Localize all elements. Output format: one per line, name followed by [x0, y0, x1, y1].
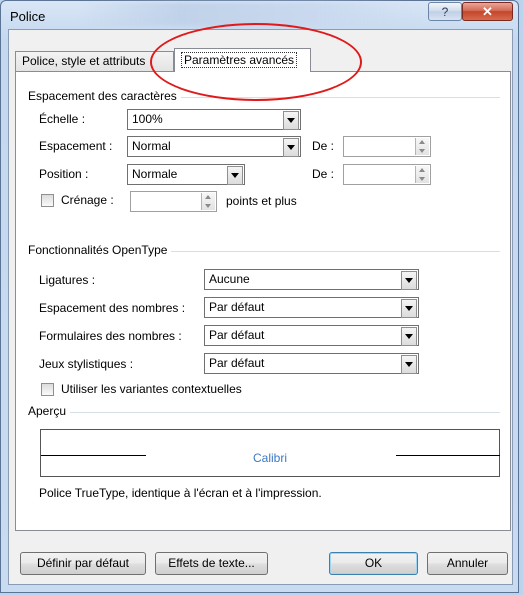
position-de-label: De : [312, 167, 335, 181]
spacing-combobox[interactable]: Normal [127, 136, 301, 157]
section-title-preview: Aperçu [28, 404, 71, 418]
text-effects-button[interactable]: Effets de texte... [155, 552, 268, 575]
scale-label: Échelle : [39, 112, 86, 126]
spacing-value: Normal [132, 139, 171, 153]
close-button[interactable]: ✕ [462, 2, 513, 21]
kerning-label: Crénage : [61, 193, 114, 207]
number-forms-value: Par défaut [209, 328, 265, 342]
spacing-label: Espacement : [39, 139, 113, 153]
ligatures-value: Aucune [209, 272, 250, 286]
scale-value: 100% [132, 112, 163, 126]
kerning-spinbox[interactable] [130, 191, 217, 212]
chevron-down-icon[interactable] [401, 355, 417, 374]
stylistic-sets-value: Par défaut [209, 356, 265, 370]
position-label: Position : [39, 167, 89, 181]
preview-box: Calibri [40, 429, 500, 477]
stylistic-sets-combobox[interactable]: Par défaut [204, 353, 419, 374]
chevron-down-icon[interactable] [283, 111, 299, 130]
chevron-down-icon[interactable] [401, 271, 417, 290]
position-amount-spinbox[interactable] [343, 164, 431, 185]
section-divider [28, 412, 500, 413]
spacing-amount-spinbox[interactable] [343, 136, 431, 157]
spin-arrows-icon[interactable] [201, 193, 215, 210]
number-spacing-combobox[interactable]: Par défaut [204, 297, 419, 318]
scale-combobox[interactable]: 100% [127, 109, 301, 130]
chevron-down-icon[interactable] [401, 327, 417, 346]
kerning-suffix: points et plus [226, 194, 297, 208]
set-default-button[interactable]: Définir par défaut [20, 552, 146, 575]
position-combobox[interactable]: Normale [127, 164, 245, 185]
position-value: Normale [132, 167, 178, 181]
help-icon: ? [441, 5, 449, 19]
number-forms-combobox[interactable]: Par défaut [204, 325, 419, 346]
help-button[interactable]: ? [428, 2, 462, 21]
section-title-opentype: Fonctionnalités OpenType [28, 243, 172, 257]
ok-button[interactable]: OK [329, 552, 418, 575]
number-spacing-value: Par défaut [209, 300, 265, 314]
number-spacing-label: Espacement des nombres : [39, 301, 186, 315]
contextual-alternates-checkbox[interactable] [41, 383, 54, 396]
spin-arrows-icon[interactable] [415, 166, 429, 183]
preview-sample-text: Calibri [252, 451, 287, 465]
section-title-character-spacing: Espacement des caractères [28, 89, 181, 103]
annotation-ellipse [150, 23, 362, 101]
spin-arrows-icon[interactable] [415, 138, 429, 155]
chevron-down-icon[interactable] [227, 166, 243, 185]
spacing-de-label: De : [312, 139, 335, 153]
tab-label: Police, style et attributs [22, 54, 146, 68]
number-forms-label: Formulaires des nombres : [39, 329, 182, 343]
contextual-alternates-label: Utiliser les variantes contextuelles [61, 382, 242, 396]
chevron-down-icon[interactable] [401, 299, 417, 318]
preview-description: Police TrueType, identique à l'écran et … [39, 486, 322, 500]
ligatures-label: Ligatures : [39, 273, 96, 287]
chevron-down-icon[interactable] [283, 138, 299, 157]
close-icon: ✕ [482, 4, 493, 19]
stylistic-sets-label: Jeux stylistiques : [39, 357, 134, 371]
cancel-button[interactable]: Annuler [427, 552, 508, 575]
ligatures-combobox[interactable]: Aucune [204, 269, 419, 290]
kerning-checkbox[interactable] [41, 194, 54, 207]
window-title: Police [10, 9, 46, 24]
